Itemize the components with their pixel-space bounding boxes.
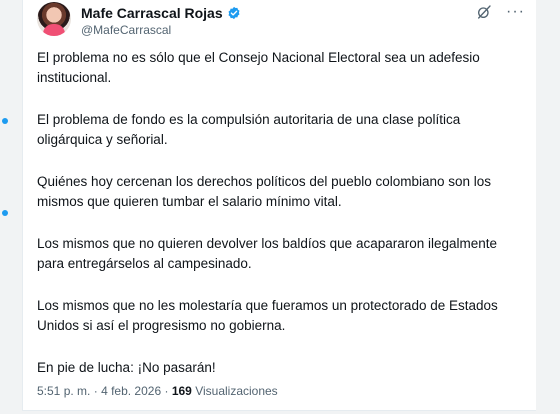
verified-badge-icon	[228, 6, 240, 20]
tweet-paragraph: Quiénes hoy cercenan los derechos políti…	[37, 174, 492, 209]
author-name-row: Mafe Carrascal Rojas	[81, 5, 241, 21]
grok-icon[interactable]	[476, 4, 492, 20]
meta-separator: ·	[93, 384, 98, 398]
header-actions: ···	[476, 4, 525, 20]
views-label: Visualizaciones	[195, 384, 278, 398]
tweet-paragraph: El problema no es sólo que el Consejo Na…	[37, 50, 480, 85]
author-name[interactable]: Mafe Carrascal Rojas	[81, 5, 223, 21]
avatar-shirt	[43, 24, 65, 36]
tweet-paragraph: Los mismos que no les molestaría que fue…	[37, 298, 498, 333]
more-options-icon[interactable]: ···	[506, 4, 525, 20]
tweet-paragraph: En pie de lucha: ¡No pasarán!	[37, 360, 216, 375]
tweet-date[interactable]: 4 feb. 2026	[101, 384, 161, 398]
tweet-time[interactable]: 5:51 p. m.	[37, 384, 90, 398]
views-count: 169	[171, 384, 192, 398]
tweet-card: Mafe Carrascal Rojas @MafeCarrascal ··· …	[22, 0, 538, 411]
side-indicator-dot	[2, 118, 8, 124]
tweet-meta: 5:51 p. m. · 4 feb. 2026 · 169 Visualiza…	[37, 384, 525, 398]
side-indicator-dot	[2, 210, 8, 216]
right-background	[536, 0, 560, 414]
tweet-paragraph: Los mismos que no quieren devolver los b…	[37, 236, 498, 271]
tweet-text: El problema no es sólo que el Consejo Na…	[37, 48, 525, 400]
tweet-header: Mafe Carrascal Rojas @MafeCarrascal ···	[37, 2, 525, 42]
page: Mafe Carrascal Rojas @MafeCarrascal ··· …	[0, 0, 560, 414]
meta-separator: ·	[164, 384, 169, 398]
author-handle[interactable]: @MafeCarrascal	[81, 23, 171, 37]
avatar[interactable]	[37, 2, 71, 36]
tweet-paragraph: El problema de fondo es la compulsión au…	[37, 112, 461, 147]
